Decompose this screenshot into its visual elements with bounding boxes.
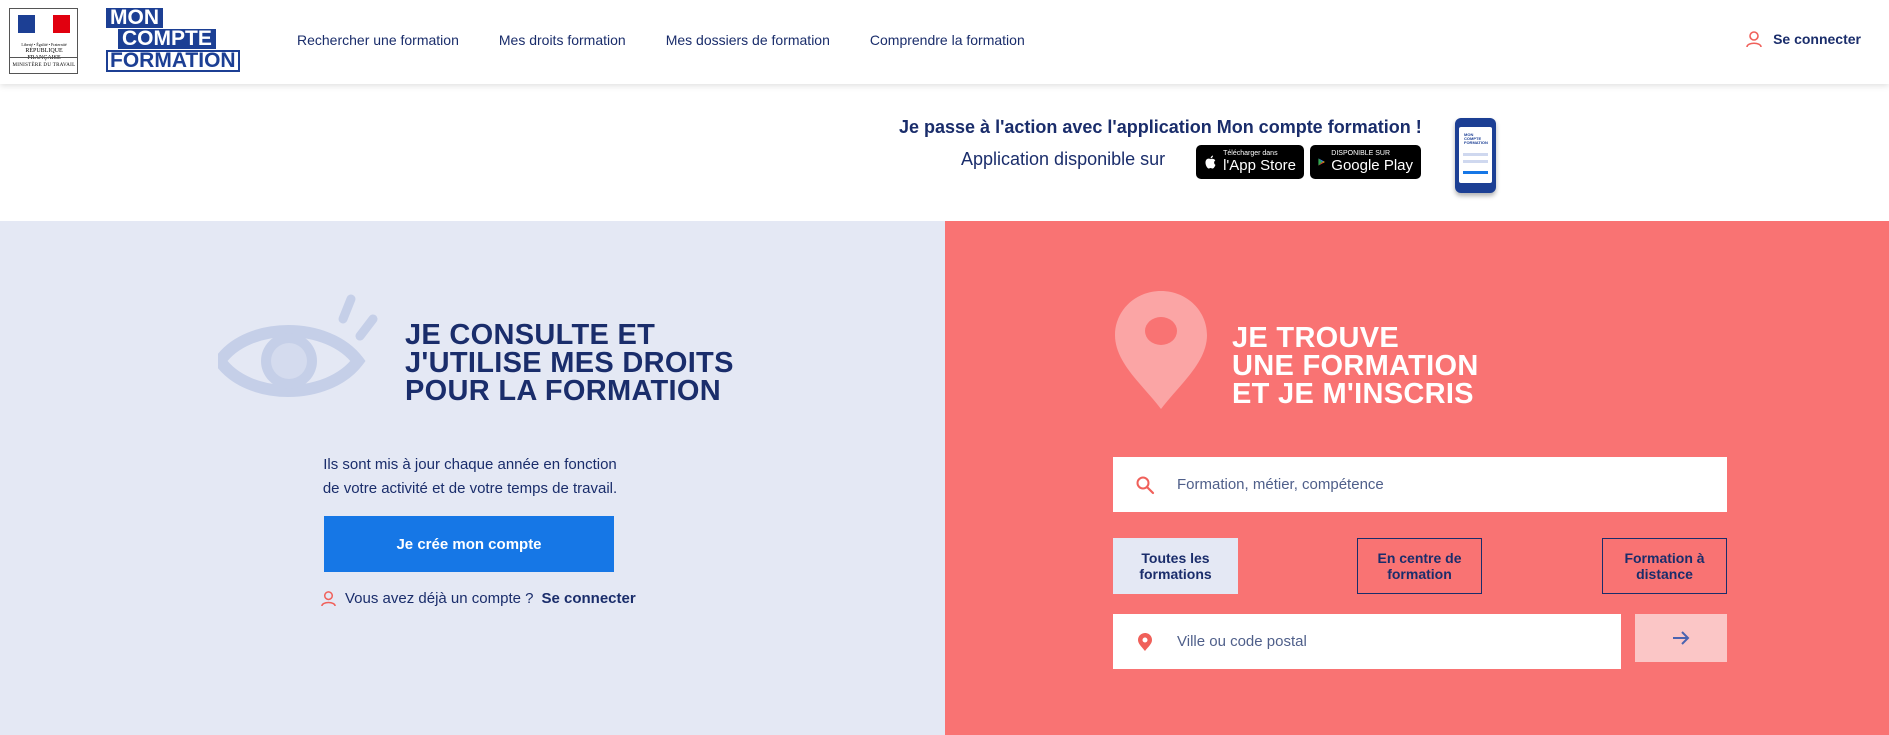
find-training-title: JE TROUVE UNE FORMATION ET JE M'INSCRIS	[1232, 322, 1479, 410]
location-pin-icon	[1113, 632, 1177, 652]
map-pin-icon	[1115, 291, 1207, 409]
google-play-icon	[1318, 158, 1325, 166]
filter-all-trainings[interactable]: Toutes les formations	[1113, 538, 1238, 594]
ministry-label: MINISTÈRE DU TRAVAIL	[12, 63, 76, 68]
header-login-label: Se connecter	[1773, 31, 1861, 47]
arrow-right-icon	[1673, 631, 1690, 645]
nav-mes-dossiers-formation[interactable]: Mes dossiers de formation	[666, 32, 830, 48]
consult-rights-panel: JE CONSULTE ET J'UTILISE MES DROITS POUR…	[0, 221, 945, 735]
consult-rights-title: JE CONSULTE ET J'UTILISE MES DROITS POUR…	[405, 319, 734, 407]
mon-compte-formation-logo[interactable]: MON COMPTE FORMATION	[106, 7, 240, 74]
marianne-logo[interactable]: Liberté • Égalité • Fraternité RÉPUBLIQU…	[9, 8, 78, 74]
main-nav: Rechercher une formation Mes droits form…	[297, 32, 1065, 48]
create-account-button[interactable]: Je crée mon compte	[324, 516, 614, 572]
republic-label: Liberté • Égalité • Fraternité RÉPUBLIQU…	[21, 42, 67, 61]
google-play-button[interactable]: DISPONIBLE SUR Google Play	[1310, 145, 1421, 179]
already-account-text: Vous avez déjà un compte ?	[345, 590, 534, 607]
training-search-placeholder: Formation, métier, compétence	[1177, 476, 1384, 493]
nav-comprendre-formation[interactable]: Comprendre la formation	[870, 32, 1025, 48]
training-mode-filters: Toutes les formations En centre de formati…	[1113, 538, 1727, 594]
header-login-button[interactable]: Se connecter	[1745, 30, 1861, 48]
search-icon	[1113, 475, 1177, 495]
city-postal-placeholder: Ville ou code postal	[1177, 633, 1307, 650]
login-link[interactable]: Se connecter	[541, 590, 635, 607]
app-banner-subtitle: Application disponible sur	[961, 149, 1166, 169]
flag-icon	[18, 15, 70, 33]
filter-remote[interactable]: Formation à distance	[1602, 538, 1727, 594]
app-banner-title: Je passe à l'action avec l'application M…	[899, 117, 1422, 137]
nav-rechercher-formation[interactable]: Rechercher une formation	[297, 32, 459, 48]
user-icon	[321, 591, 336, 607]
nav-mes-droits-formation[interactable]: Mes droits formation	[499, 32, 626, 48]
training-search-input[interactable]: Formation, métier, compétence	[1113, 457, 1727, 512]
phone-app-illustration: MON COMPTE FORMATION	[1455, 118, 1496, 193]
filter-in-center[interactable]: En centre de formation	[1357, 538, 1482, 594]
already-account-row: Vous avez déjà un compte ? Se connecter	[320, 590, 636, 607]
app-banner: Je passe à l'action avec l'application M…	[0, 84, 1889, 221]
search-submit-button[interactable]	[1635, 614, 1727, 662]
eye-icon	[218, 294, 378, 397]
city-postal-input[interactable]: Ville ou code postal	[1113, 614, 1621, 669]
user-icon	[1746, 31, 1762, 48]
apple-icon	[1205, 155, 1216, 169]
header: Liberté • Égalité • Fraternité RÉPUBLIQU…	[0, 0, 1889, 84]
find-training-panel: JE TROUVE UNE FORMATION ET JE M'INSCRIS …	[945, 221, 1889, 735]
app-store-button[interactable]: Télécharger dans l'App Store	[1196, 145, 1304, 179]
consult-rights-description: Ils sont mis à jour chaque année en fonc…	[322, 456, 618, 497]
